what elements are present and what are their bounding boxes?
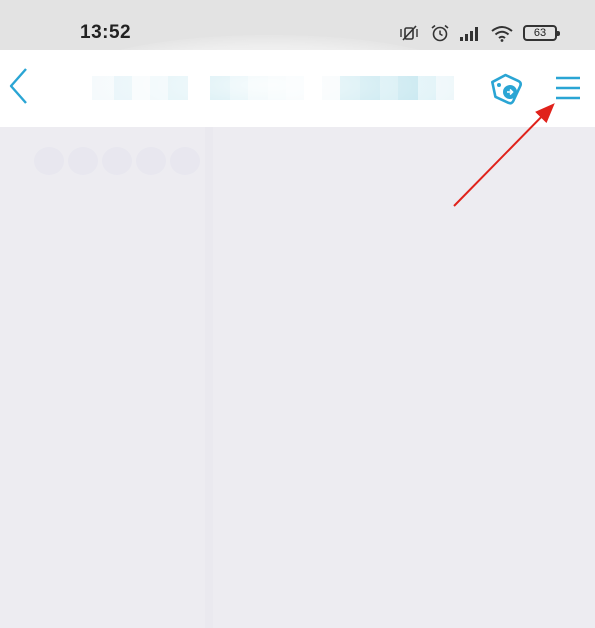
nav-bar <box>0 50 595 127</box>
chevron-left-icon <box>8 67 30 110</box>
back-button[interactable] <box>4 66 34 110</box>
battery-icon: 63 <box>523 25 560 41</box>
blurred-dot <box>34 147 64 175</box>
blurred-dot <box>136 147 166 175</box>
content-divider <box>205 127 213 628</box>
status-icons: 63 <box>399 20 560 46</box>
nav-title-pixelated <box>92 76 464 100</box>
blurred-placeholder-row <box>34 147 200 175</box>
blurred-dot <box>170 147 200 175</box>
hamburger-menu-icon <box>554 75 582 106</box>
signal-icon <box>459 25 481 41</box>
battery-level: 63 <box>533 26 547 39</box>
menu-button[interactable] <box>548 72 588 108</box>
wifi-icon <box>490 24 514 42</box>
page-content <box>0 127 595 628</box>
mute-vibrate-icon <box>399 25 421 41</box>
share-button[interactable] <box>486 71 528 109</box>
status-time: 13:52 <box>80 22 132 43</box>
status-bar: 13:52 63 <box>0 0 595 50</box>
blurred-dot <box>68 147 98 175</box>
alarm-icon <box>430 24 450 42</box>
share-tag-icon <box>488 71 526 110</box>
blurred-dot <box>102 147 132 175</box>
